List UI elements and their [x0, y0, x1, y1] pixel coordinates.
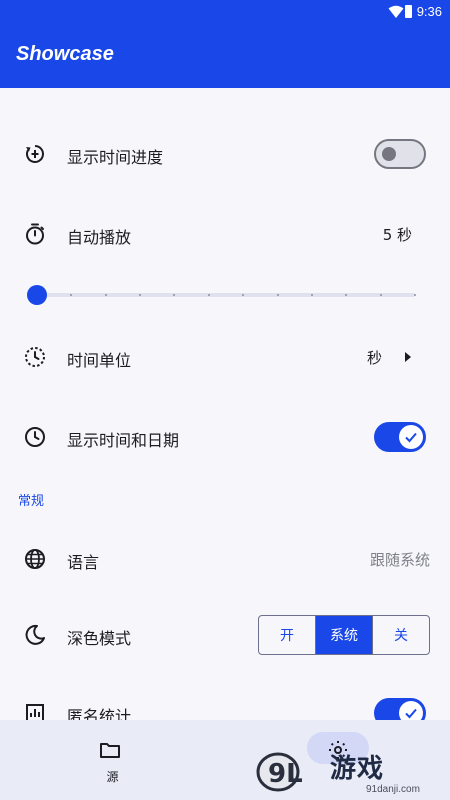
app-title: Showcase	[16, 43, 114, 65]
globe-icon	[25, 549, 45, 569]
setting-language[interactable]: 语言 跟随系统	[0, 531, 450, 587]
wifi-icon	[388, 5, 404, 18]
battery-icon	[405, 5, 412, 18]
autoplay-value: 5 秒	[382, 226, 412, 244]
check-icon	[405, 708, 417, 719]
watermark: 9L 游戏 91danji.com	[250, 740, 450, 800]
clock-icon	[25, 427, 45, 447]
dark-mode-segmented[interactable]: 开 系统 关	[258, 615, 430, 655]
slider-track[interactable]	[37, 293, 415, 297]
watermark-brand: 9L	[268, 759, 303, 789]
slider-tick	[207, 294, 210, 296]
language-value: 跟随系统	[369, 551, 430, 569]
check-icon	[405, 432, 417, 443]
app-bar: Showcase	[0, 24, 450, 88]
folder-icon	[100, 743, 120, 758]
setting-label: 匿名统计	[67, 707, 132, 720]
watermark-text: 游戏	[330, 754, 385, 784]
status-bar: 9:36	[0, 0, 450, 24]
setting-autoplay[interactable]: 自动播放 5 秒	[0, 206, 450, 262]
setting-show-progress[interactable]: 显示时间进度	[0, 126, 450, 182]
progress-rotate-icon	[26, 145, 44, 163]
timer-icon	[26, 223, 44, 245]
dark-mode-off-option[interactable]: 关	[373, 616, 429, 654]
nav-item-source[interactable]: 源	[0, 720, 225, 800]
moon-icon	[25, 624, 45, 645]
autoplay-slider[interactable]	[27, 285, 417, 305]
watermark-logo-icon: 9L	[256, 752, 303, 792]
nav-label: 源	[106, 770, 119, 784]
analytics-icon	[26, 704, 44, 720]
dark-mode-on-option[interactable]: 开	[259, 616, 316, 654]
analytics-toggle[interactable]	[374, 698, 426, 720]
slider-tick	[276, 294, 279, 296]
setting-analytics[interactable]: 匿名统计	[0, 685, 450, 720]
setting-label: 时间单位	[67, 351, 132, 370]
setting-label: 深色模式	[67, 629, 132, 648]
slider-tick	[414, 294, 416, 296]
slider-tick	[310, 294, 313, 296]
setting-label: 语言	[67, 553, 100, 572]
clock-dotted-icon	[25, 347, 45, 367]
chevron-right-icon[interactable]	[404, 352, 412, 362]
setting-time-unit[interactable]: 时间单位 秒	[0, 329, 450, 385]
slider-thumb[interactable]	[27, 285, 47, 305]
dark-mode-system-option[interactable]: 系统	[316, 616, 373, 654]
status-time: 9:36	[416, 4, 442, 19]
time-unit-value: 秒	[366, 349, 382, 367]
watermark-url: 91danji.com	[366, 784, 420, 795]
setting-label: 显示时间和日期	[67, 431, 180, 450]
setting-label: 自动播放	[67, 228, 132, 247]
section-header-general: 常规	[18, 494, 45, 509]
show-progress-toggle[interactable]	[374, 139, 426, 169]
slider-tick	[104, 294, 107, 296]
slider-tick	[379, 294, 382, 296]
setting-show-datetime[interactable]: 显示时间和日期	[0, 409, 450, 465]
settings-list[interactable]: 显示时间进度 自动播放 5 秒 时间单位 秒 显示时间和日期 常规 语言 跟随系…	[0, 88, 450, 720]
show-datetime-toggle[interactable]	[374, 422, 426, 452]
setting-label: 显示时间进度	[67, 148, 164, 167]
